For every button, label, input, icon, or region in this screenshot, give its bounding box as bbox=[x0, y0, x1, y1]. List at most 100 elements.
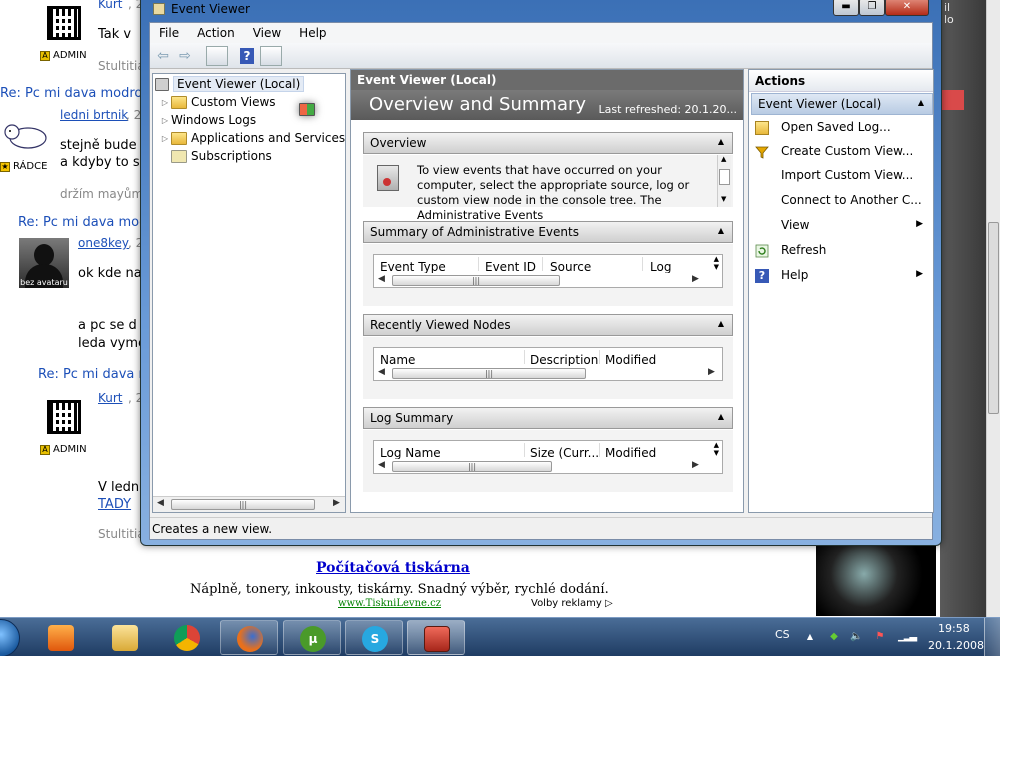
tree-item-subscriptions[interactable]: Subscriptions bbox=[159, 147, 272, 165]
action-connect-another[interactable]: Connect to Another C... bbox=[749, 190, 933, 212]
scroll-right-icon[interactable]: ▶ bbox=[708, 367, 715, 377]
close-button[interactable]: ✕ bbox=[885, 0, 929, 16]
taskbar-chrome[interactable] bbox=[158, 620, 216, 655]
menu-help[interactable]: Help bbox=[290, 23, 335, 43]
column-header[interactable]: Event ID bbox=[485, 260, 536, 274]
expand-arrow-icon[interactable]: ▷ bbox=[159, 134, 171, 143]
menu-view[interactable]: View bbox=[244, 23, 290, 43]
forward-arrow-icon[interactable]: ⇨ bbox=[174, 46, 196, 66]
collapse-caret-icon[interactable]: ▲ bbox=[718, 137, 724, 146]
show-hidden-icons-icon[interactable]: ▲ bbox=[804, 631, 816, 643]
action-import-custom-view[interactable]: Import Custom View... bbox=[749, 165, 933, 187]
scroll-updown-icon[interactable]: ▲ ▼ bbox=[714, 255, 719, 271]
overview-scrollbar[interactable]: ▲ ▼ bbox=[717, 155, 731, 207]
column-header[interactable]: Modified bbox=[605, 353, 656, 367]
column-header[interactable]: Source bbox=[550, 260, 591, 274]
section-recently-viewed[interactable]: Recently Viewed Nodes ▲ bbox=[363, 314, 733, 336]
ad-title-link[interactable]: Počítačová tiskárna bbox=[316, 560, 470, 576]
collapse-caret-icon[interactable]: ▲ bbox=[918, 98, 924, 107]
network-error-icon[interactable]: ⚑ bbox=[874, 631, 886, 643]
collapse-caret-icon[interactable]: ▲ bbox=[718, 319, 724, 328]
taskbar-event-viewer[interactable] bbox=[407, 620, 465, 655]
scroll-up-icon[interactable]: ▲ bbox=[721, 155, 726, 163]
column-header[interactable]: Size (Curr... bbox=[530, 446, 599, 460]
reply-author-link[interactable]: one8key bbox=[78, 236, 129, 250]
section-overview[interactable]: Overview ▲ bbox=[363, 132, 733, 154]
scroll-down-icon[interactable]: ▼ bbox=[721, 195, 726, 203]
help-icon[interactable]: ? bbox=[240, 48, 254, 64]
column-header[interactable]: Log bbox=[650, 260, 671, 274]
back-arrow-icon[interactable]: ⇦ bbox=[152, 46, 174, 66]
column-header[interactable]: Log Name bbox=[380, 446, 441, 460]
scroll-updown-icon[interactable]: ▲ ▼ bbox=[714, 441, 719, 457]
logsum-hscroll-thumb[interactable]: ||| bbox=[392, 461, 552, 472]
column-header[interactable]: Event Type bbox=[380, 260, 446, 274]
expand-arrow-icon[interactable]: ▷ bbox=[159, 98, 171, 107]
show-hide-action-pane-icon[interactable] bbox=[260, 46, 282, 66]
language-indicator[interactable]: CS bbox=[775, 628, 790, 641]
tree-item-root[interactable]: Event Viewer (Local) bbox=[155, 75, 305, 93]
reply-title-link[interactable]: Re: Pc mi dava m bbox=[38, 367, 151, 382]
section-log-summary[interactable]: Log Summary ▲ bbox=[363, 407, 733, 429]
minimize-button[interactable]: ▬ bbox=[833, 0, 859, 16]
action-open-saved-log[interactable]: Open Saved Log... bbox=[749, 117, 933, 139]
nvidia-icon[interactable]: ◆ bbox=[828, 631, 840, 643]
action-refresh[interactable]: Refresh bbox=[749, 240, 933, 262]
scroll-left-icon[interactable]: ◀ bbox=[378, 460, 385, 470]
taskbar-skype[interactable]: S bbox=[345, 620, 403, 655]
show-desktop-button[interactable] bbox=[984, 618, 1000, 656]
reply-title-link[interactable]: Re: Pc mi dava mod bbox=[18, 215, 147, 230]
collapse-caret-icon[interactable]: ▲ bbox=[718, 226, 724, 235]
column-header[interactable]: Modified bbox=[605, 446, 656, 460]
ad-options-link[interactable]: Volby reklamy ▷ bbox=[531, 598, 613, 609]
logsum-hscroll[interactable]: ◀ ||| ▶ bbox=[374, 459, 708, 473]
action-create-custom-view[interactable]: Create Custom View... bbox=[749, 141, 933, 163]
utorrent-icon: µ bbox=[300, 626, 326, 652]
scroll-right-icon[interactable]: ▶ bbox=[333, 498, 340, 508]
volume-icon[interactable]: 🔈 bbox=[850, 631, 862, 643]
actions-group-header[interactable]: Event Viewer (Local) ▲ bbox=[751, 93, 933, 115]
reply-author-link[interactable]: Kurt bbox=[98, 391, 123, 405]
scroll-left-icon[interactable]: ◀ bbox=[378, 367, 385, 377]
show-hide-console-tree-icon[interactable] bbox=[206, 46, 228, 66]
maximize-button[interactable]: ❐ bbox=[859, 0, 885, 16]
reply-title-link[interactable]: Re: Pc mi dava modrou bbox=[0, 86, 151, 101]
tady-link[interactable]: TADY bbox=[98, 497, 131, 512]
collapse-caret-icon[interactable]: ▲ bbox=[718, 412, 724, 421]
scroll-right-icon[interactable]: ▶ bbox=[692, 460, 699, 470]
section-summary-admin-events[interactable]: Summary of Administrative Events ▲ bbox=[363, 221, 733, 243]
signal-icon[interactable]: ▁▂▃ bbox=[898, 631, 917, 643]
reply-author-link[interactable]: ledni brtnik bbox=[60, 108, 128, 122]
summary-hscroll-thumb[interactable]: ||| bbox=[392, 275, 560, 286]
recent-hscroll[interactable]: ◀ ||| ▶ bbox=[374, 366, 722, 380]
start-button[interactable] bbox=[0, 619, 20, 656]
scroll-left-icon[interactable]: ◀ bbox=[157, 498, 164, 508]
scroll-right-icon[interactable]: ▶ bbox=[692, 274, 699, 284]
column-header[interactable]: Name bbox=[380, 353, 415, 367]
tree-hscrollbar[interactable]: ◀ ||| ▶ bbox=[153, 496, 345, 512]
menu-file[interactable]: File bbox=[150, 23, 188, 43]
post-author-link[interactable]: Kurt bbox=[98, 0, 123, 11]
taskbar-firefox[interactable] bbox=[220, 620, 278, 655]
taskbar-explorer[interactable] bbox=[96, 620, 154, 655]
expand-arrow-icon[interactable]: ▷ bbox=[159, 116, 171, 125]
action-view[interactable]: View ▶ bbox=[749, 215, 933, 237]
action-help[interactable]: ? Help ▶ bbox=[749, 265, 933, 287]
taskbar-media-player[interactable] bbox=[32, 620, 90, 655]
ad-url-link[interactable]: www.TiskniLevne.cz bbox=[338, 598, 441, 609]
clock-time[interactable]: 19:58 bbox=[938, 622, 970, 635]
menu-action[interactable]: Action bbox=[188, 23, 244, 43]
page-scrollbar-thumb[interactable] bbox=[988, 222, 999, 414]
summary-hscroll[interactable]: ◀ ||| ▶ bbox=[374, 273, 708, 287]
recent-hscroll-thumb[interactable]: ||| bbox=[392, 368, 586, 379]
page-scrollbar[interactable] bbox=[986, 0, 1000, 618]
tree-hscroll-thumb[interactable]: ||| bbox=[171, 499, 315, 510]
taskbar-utorrent[interactable]: µ bbox=[283, 620, 341, 655]
scroll-thumb[interactable] bbox=[719, 169, 730, 185]
tree-item-custom-views[interactable]: ▷ Custom Views bbox=[159, 93, 276, 111]
clock-date[interactable]: 20.1.2008 bbox=[928, 639, 984, 652]
column-header[interactable]: Description bbox=[530, 353, 598, 367]
scroll-left-icon[interactable]: ◀ bbox=[378, 274, 385, 284]
tree-item-apps-services[interactable]: ▷ Applications and Services Lo bbox=[159, 129, 345, 147]
tree-item-windows-logs[interactable]: ▷ Windows Logs bbox=[159, 103, 315, 129]
